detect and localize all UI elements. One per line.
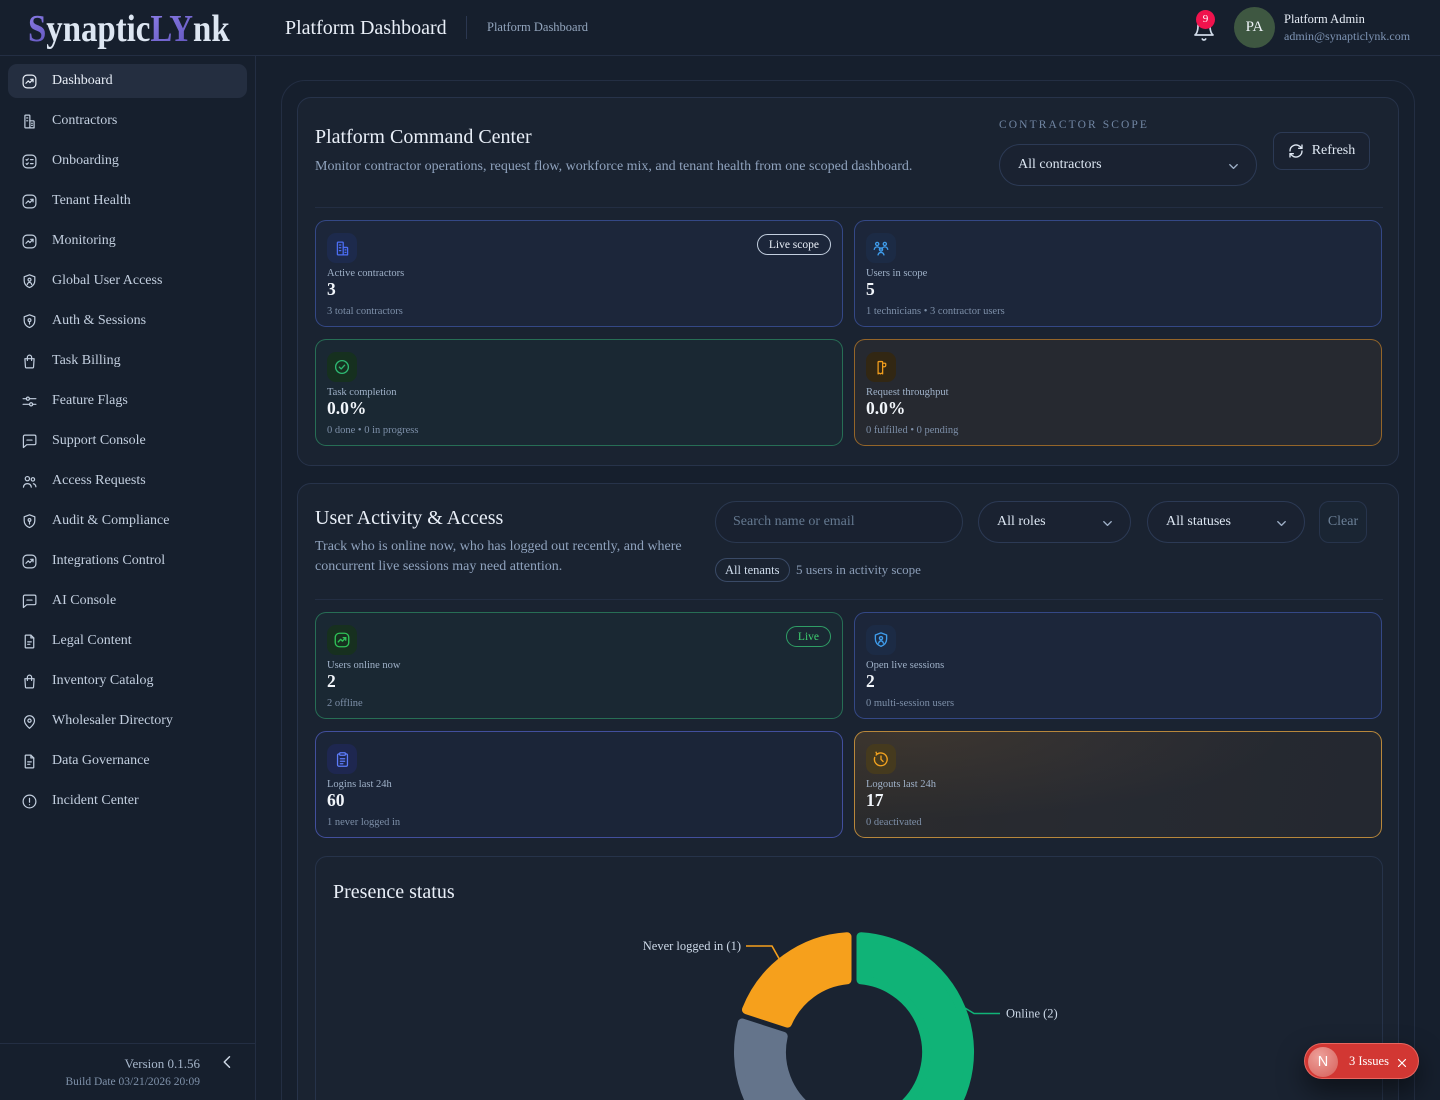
svg-text:Online (2): Online (2) [1006,1007,1058,1021]
svg-text:Never logged in (1): Never logged in (1) [643,939,741,953]
